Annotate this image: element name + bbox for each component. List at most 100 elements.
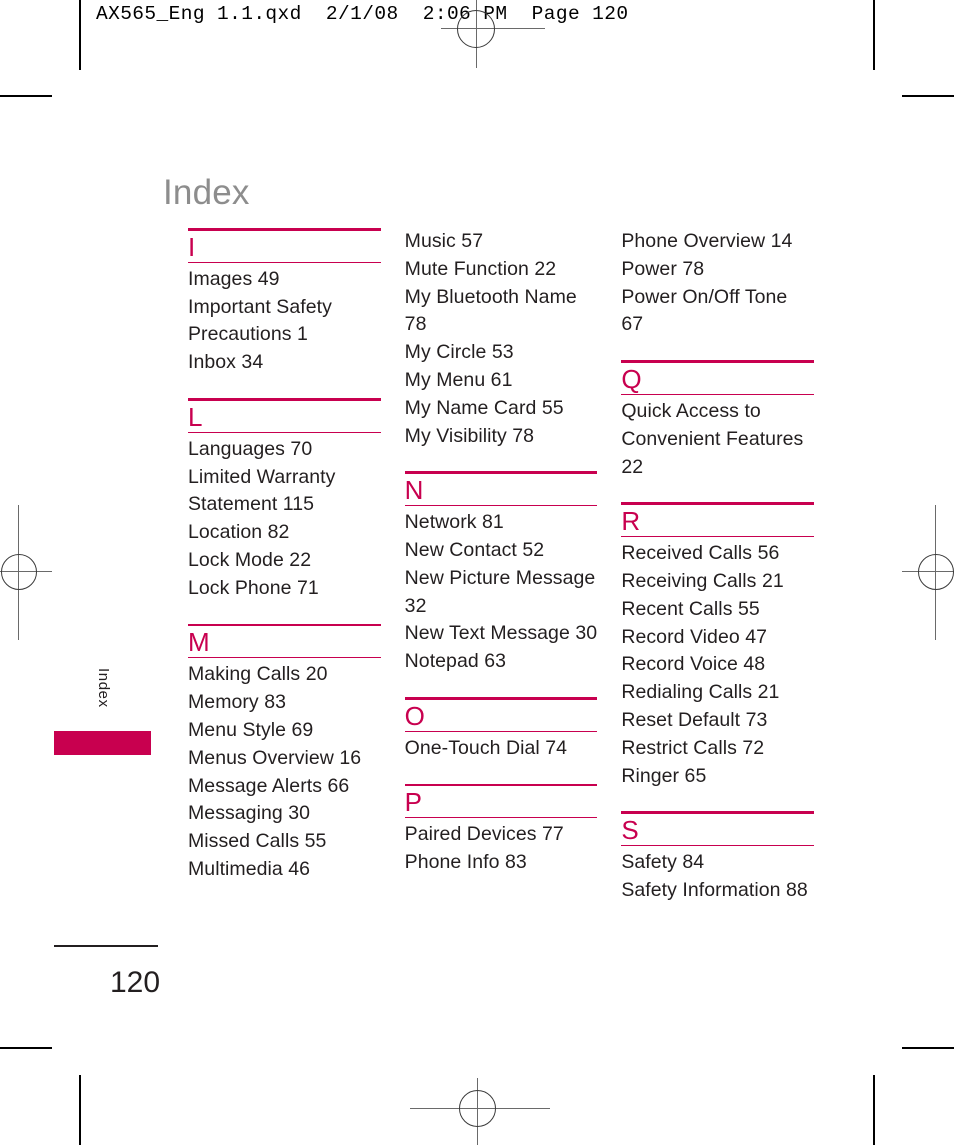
index-entry: Reset Default 73 xyxy=(621,708,768,731)
index-section: S Safety 84 Safety Information 88 xyxy=(621,811,815,904)
index-section: P Paired Devices 77 Phone Info 83 xyxy=(404,783,598,877)
index-entry: Limited Warranty Statement 115 xyxy=(188,465,336,516)
section-rule-top xyxy=(621,502,815,505)
index-section: R Received Calls 56 Receiving Calls 21 Rece… xyxy=(621,502,815,790)
index-entry: New Text Message 30 xyxy=(404,622,598,645)
section-rule-top xyxy=(188,623,381,627)
crop-mark-bottom-left-vertical xyxy=(79,1075,81,1145)
index-entry: Menu Style 69 xyxy=(188,718,314,741)
index-entry: Network 81 xyxy=(404,511,504,534)
index-entry: Memory 83 xyxy=(188,691,286,714)
section-rule-bottom xyxy=(404,730,598,732)
section-rule-bottom xyxy=(621,535,815,538)
index-entry: Power On/Off Tone 67 xyxy=(621,285,788,336)
crop-mark-bottom-right-horizontal xyxy=(902,1047,954,1049)
section-rule-bottom xyxy=(188,657,381,659)
index-section: O One-Touch Dial 74 xyxy=(404,696,598,763)
index-entry: My Bluetooth Name 78 xyxy=(404,285,577,336)
index-entry: Quick Access to Convenient Features 22 xyxy=(621,399,804,478)
index-entry: Messaging 30 xyxy=(188,802,311,825)
index-entry: My Visibility 78 xyxy=(404,424,535,447)
registration-mark-left xyxy=(0,505,60,640)
index-entry: Restrict Calls 72 xyxy=(621,736,765,759)
section-letter: L xyxy=(188,401,203,432)
index-entry: Multimedia 46 xyxy=(188,857,311,880)
index-entry: Power 78 xyxy=(621,257,705,280)
index-entry: Phone Info 83 xyxy=(404,851,527,874)
index-entry: Lock Mode 22 xyxy=(188,548,312,571)
page-number: 120 xyxy=(110,966,161,999)
section-rule-top xyxy=(404,783,598,787)
index-section-continuation: Music 57 Mute Function 22 My Bluetooth Nam… xyxy=(405,228,598,450)
index-column: Phone Overview 14 Power 78 Power On/Off To… xyxy=(621,228,815,926)
index-entry: Images 49 xyxy=(188,267,280,290)
index-section: M Making Calls 20 Memory 83 Menu Style 69 Me… xyxy=(188,623,381,884)
section-rule-top xyxy=(621,811,815,814)
index-entry: Music 57 xyxy=(404,230,484,252)
index-entry: Phone Overview 14 xyxy=(621,230,793,252)
section-letter: R xyxy=(621,505,641,536)
index-entry: Mute Function 22 xyxy=(404,257,557,280)
crop-mark-bottom-right-vertical xyxy=(873,1075,875,1145)
index-column: I Images 49 Important Safety Precautions 1… xyxy=(188,228,381,926)
index-entry: Languages 70 xyxy=(188,437,313,460)
crop-mark-bottom-left-horizontal xyxy=(0,1047,52,1049)
section-letter: M xyxy=(188,627,210,658)
index-section: I Images 49 Important Safety Precautions 1… xyxy=(188,228,381,377)
index-entry: Lock Phone 71 xyxy=(188,576,319,599)
crop-mark-top-right-vertical xyxy=(873,0,875,70)
section-letter: P xyxy=(404,787,423,818)
index-entry: Making Calls 20 xyxy=(188,663,328,686)
registration-mark-top xyxy=(441,0,545,72)
index-entry: Received Calls 56 xyxy=(621,542,780,565)
section-rule-top xyxy=(404,696,598,700)
section-rule-bottom xyxy=(188,431,381,433)
print-slug-line: AX565_Eng 1.1.qxd 2/1/08 2:06 PM Page 12… xyxy=(96,3,629,25)
index-entry: Important Safety Precautions 1 xyxy=(188,295,332,346)
index-entry: My Circle 53 xyxy=(404,341,514,364)
side-tab-block xyxy=(54,731,151,755)
crop-mark-top-left-horizontal xyxy=(0,95,52,97)
index-entry: Inbox 34 xyxy=(188,351,264,374)
section-rule-bottom xyxy=(621,844,815,847)
index-entry: Ringer 65 xyxy=(621,764,707,787)
section-rule-top xyxy=(188,397,381,401)
section-rule-top xyxy=(188,228,381,231)
section-rule-bottom xyxy=(621,393,815,395)
section-letter: O xyxy=(404,700,425,731)
index-entry: Paired Devices 77 xyxy=(404,823,564,846)
index-entry: One-Touch Dial 74 xyxy=(404,736,568,759)
section-rule-bottom xyxy=(404,504,598,507)
crop-mark-top-left-vertical xyxy=(79,0,81,70)
section-letter: Q xyxy=(621,363,642,394)
index-entry: Notepad 63 xyxy=(404,650,507,673)
index-entry: Menus Overview 16 xyxy=(188,746,362,769)
index-entry: Missed Calls 55 xyxy=(188,830,327,853)
index-entry: Redialing Calls 21 xyxy=(621,681,780,704)
index-entry: My Name Card 55 xyxy=(404,396,564,419)
index-section: Q Quick Access to Convenient Features 22 xyxy=(621,360,815,481)
index-entry: Receiving Calls 21 xyxy=(621,569,784,592)
index-entry: Location 82 xyxy=(188,521,290,544)
section-letter: S xyxy=(621,814,639,845)
section-rule-top xyxy=(621,360,815,363)
index-column: Music 57 Mute Function 22 My Bluetooth Nam… xyxy=(404,228,598,926)
section-rule-top xyxy=(404,471,598,474)
index-entry: Message Alerts 66 xyxy=(188,774,350,797)
section-rule-bottom xyxy=(188,261,381,263)
index-columns: I Images 49 Important Safety Precautions 1… xyxy=(188,228,815,926)
index-section: L Languages 70 Limited Warranty Statement … xyxy=(188,397,381,603)
index-section: N Network 81 New Contact 52 New Picture Mes… xyxy=(404,471,598,676)
side-tab-label: Index xyxy=(95,668,112,708)
section-letter: I xyxy=(188,231,196,262)
index-section-continuation: Phone Overview 14 Power 78 Power On/Off To… xyxy=(621,228,814,339)
crop-mark-top-right-horizontal xyxy=(902,95,954,97)
index-entry: Safety Information 88 xyxy=(621,878,808,901)
index-entry: New Picture Message 32 xyxy=(404,566,596,617)
index-entry: Recent Calls 55 xyxy=(621,597,760,620)
index-entry: My Menu 61 xyxy=(404,368,513,391)
index-entry: Safety 84 xyxy=(621,851,705,874)
index-entry: New Contact 52 xyxy=(404,538,545,561)
section-letter: N xyxy=(404,474,424,505)
registration-mark-right xyxy=(895,505,954,640)
